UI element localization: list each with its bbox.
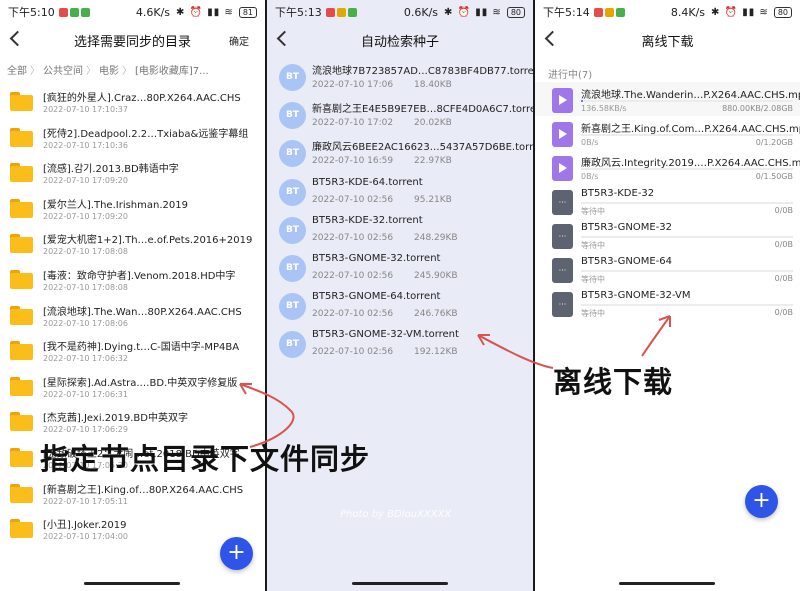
annotation-caption-offline: 离线下载 bbox=[553, 365, 674, 399]
annotation-arrow bbox=[477, 334, 554, 369]
annotation-overlay bbox=[239, 315, 671, 448]
annotation-arrow bbox=[641, 315, 671, 357]
annotation-caption-sync: 指定节点目录下文件同步 bbox=[40, 442, 371, 476]
